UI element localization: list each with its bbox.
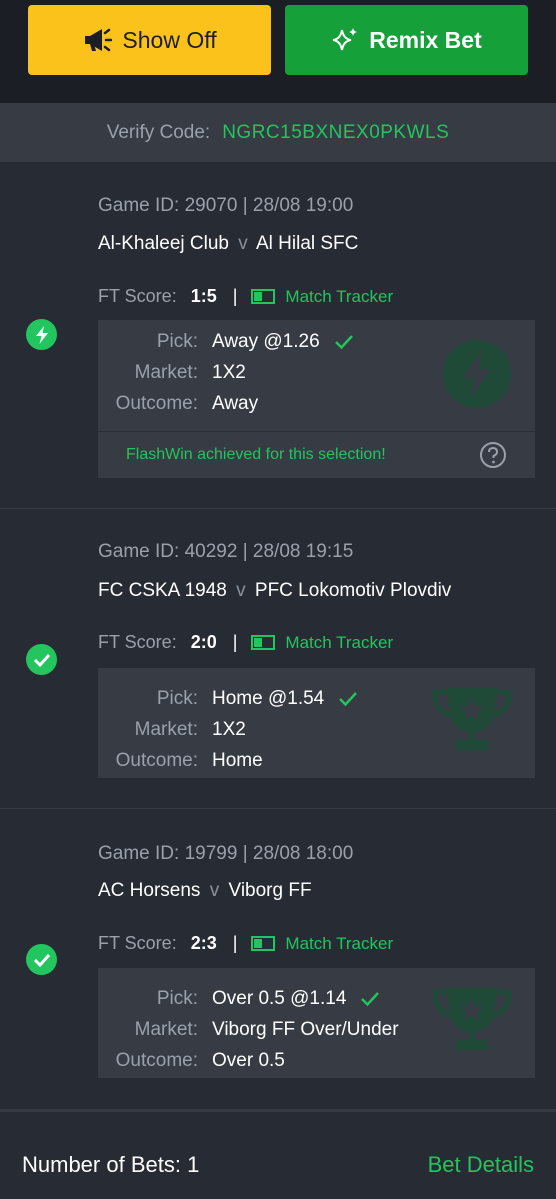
- outcome-label: Outcome:: [115, 1050, 198, 1071]
- away-team: PFC Lokomotiv Plovdiv: [254, 580, 452, 601]
- pick-details: Pick: Over 0.5 @1.14 Market: Viborg FF O…: [98, 968, 535, 1078]
- versus-label: v: [236, 580, 246, 601]
- market-value: Viborg FF Over/Under: [212, 1019, 399, 1040]
- market-label: Market:: [134, 362, 198, 383]
- ft-score-value: 1:5: [190, 286, 217, 306]
- separator: |: [232, 933, 238, 953]
- game-id: Game ID: 29070 | 28/08 19:00: [98, 195, 354, 216]
- market-row: Market: 1X2: [98, 362, 398, 388]
- market-label: Market:: [134, 1019, 198, 1040]
- score-row: FT Score: 2:0 | Match Tracker: [98, 632, 393, 653]
- remix-bet-button[interactable]: Remix Bet: [285, 5, 528, 75]
- home-team: FC CSKA 1948: [98, 580, 227, 601]
- trophy-watermark-icon: [431, 984, 513, 1061]
- outcome-value: Over 0.5: [212, 1050, 285, 1071]
- outcome-label: Outcome:: [115, 393, 198, 414]
- pick-value: Home @1.54: [212, 688, 325, 709]
- remix-bet-label: Remix Bet: [369, 26, 482, 53]
- check-icon: [334, 334, 354, 350]
- check-circle-icon: [26, 944, 57, 975]
- versus-label: v: [209, 880, 220, 901]
- pick-details: Pick: Away @1.26 Market: 1X2 Outcome: Aw…: [98, 320, 535, 478]
- pick-value-wrap: Home @1.54: [212, 688, 358, 710]
- pick-row: Pick: Away @1.26: [98, 331, 398, 357]
- verify-code-bar: Verify Code: NGRC15BXNEX0PKWLS: [0, 103, 556, 162]
- match-tracker-link[interactable]: Match Tracker: [285, 934, 393, 954]
- pick-details: Pick: Home @1.54 Market: 1X2 Outcome: Ho…: [98, 668, 535, 778]
- match-tracker-icon[interactable]: [251, 936, 276, 951]
- ft-score-label: FT Score:: [98, 632, 177, 652]
- versus-label: v: [238, 233, 248, 254]
- market-label: Market:: [134, 719, 198, 740]
- market-row: Market: 1X2: [98, 719, 398, 745]
- match-teams: AC Horsens v Viborg FF: [98, 880, 312, 902]
- top-bar: Show Off Remix Bet: [0, 0, 556, 103]
- sparkle-icon: [331, 26, 359, 54]
- pick-label: Pick:: [156, 988, 198, 1009]
- separator: |: [232, 632, 238, 652]
- ft-score-label: FT Score:: [98, 933, 177, 953]
- market-value: 1X2: [212, 362, 246, 383]
- pick-row: Pick: Over 0.5 @1.14: [98, 988, 398, 1014]
- megaphone-icon: [82, 27, 113, 53]
- lightning-icon: [26, 319, 57, 350]
- match-tracker-icon[interactable]: [251, 635, 276, 650]
- check-icon: [338, 691, 358, 707]
- game-id: Game ID: 40292 | 28/08 19:15: [98, 541, 354, 562]
- away-team: Viborg FF: [228, 880, 312, 901]
- ft-score-label: FT Score:: [98, 286, 177, 306]
- pick-label: Pick:: [156, 688, 198, 709]
- home-team: Al-Khaleej Club: [98, 233, 229, 254]
- outcome-row: Outcome: Home: [98, 750, 398, 776]
- bet-card: Game ID: 19799 | 28/08 18:00 AC Horsens …: [0, 809, 556, 1110]
- away-team: Al Hilal SFC: [255, 233, 359, 254]
- lightning-watermark-icon: [441, 338, 513, 415]
- bet-card: Game ID: 40292 | 28/08 19:15 FC CSKA 194…: [0, 509, 556, 809]
- flashwin-banner: FlashWin achieved for this selection!: [98, 431, 535, 477]
- ft-score-value: 2:3: [190, 933, 217, 953]
- separator: |: [232, 286, 238, 306]
- bet-card: Game ID: 29070 | 28/08 19:00 Al-Khaleej …: [0, 162, 556, 509]
- outcome-value: Home: [212, 750, 263, 771]
- pick-value-wrap: Over 0.5 @1.14: [212, 988, 380, 1010]
- verify-code-label: Verify Code:: [106, 121, 211, 143]
- bet-details-link[interactable]: Bet Details: [428, 1152, 534, 1178]
- score-row: FT Score: 1:5 | Match Tracker: [98, 286, 393, 307]
- pick-row: Pick: Home @1.54: [98, 688, 398, 714]
- verify-code-value[interactable]: NGRC15BXNEX0PKWLS: [222, 122, 449, 144]
- number-of-bets: Number of Bets: 1: [22, 1152, 200, 1177]
- match-teams: FC CSKA 1948 v PFC Lokomotiv Plovdiv: [98, 580, 451, 602]
- trophy-watermark-icon: [431, 684, 513, 761]
- match-tracker-link[interactable]: Match Tracker: [285, 287, 393, 307]
- ft-score-value: 2:0: [190, 632, 217, 652]
- help-icon[interactable]: [479, 441, 507, 474]
- pick-label: Pick:: [156, 331, 198, 352]
- flashwin-text: FlashWin achieved for this selection!: [126, 445, 386, 463]
- market-value: 1X2: [212, 719, 246, 740]
- pick-value: Over 0.5 @1.14: [212, 988, 347, 1009]
- game-id: Game ID: 19799 | 28/08 18:00: [98, 843, 354, 864]
- check-circle-icon: [26, 644, 57, 675]
- home-team: AC Horsens: [98, 880, 201, 901]
- footer-bar: Number of Bets: 1 Bet Details: [0, 1110, 556, 1199]
- show-off-button[interactable]: Show Off: [28, 5, 271, 75]
- pick-value-wrap: Away @1.26: [212, 331, 354, 353]
- match-tracker-icon[interactable]: [251, 289, 276, 304]
- match-teams: Al-Khaleej Club v Al Hilal SFC: [98, 233, 358, 255]
- check-icon: [360, 991, 380, 1007]
- market-row: Market: Viborg FF Over/Under: [98, 1019, 399, 1045]
- show-off-label: Show Off: [122, 26, 217, 53]
- match-tracker-link[interactable]: Match Tracker: [285, 633, 393, 653]
- outcome-value: Away: [212, 393, 259, 414]
- outcome-row: Outcome: Over 0.5: [98, 1050, 398, 1076]
- outcome-row: Outcome: Away: [98, 393, 398, 419]
- score-row: FT Score: 2:3 | Match Tracker: [98, 933, 393, 954]
- outcome-label: Outcome:: [115, 750, 198, 771]
- pick-value: Away @1.26: [212, 331, 320, 352]
